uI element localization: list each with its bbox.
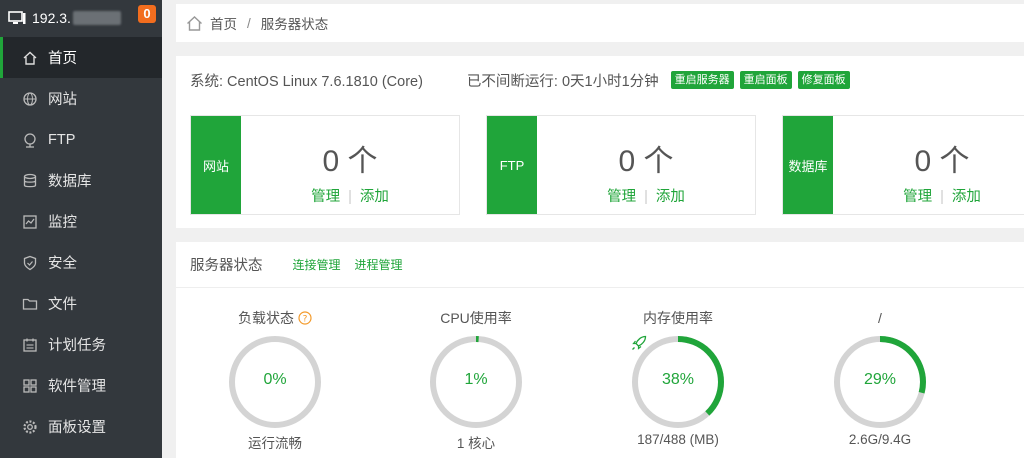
sidebar-item-label: 安全 — [48, 256, 77, 272]
sidebar-item-label: 监控 — [48, 215, 77, 231]
ip-redaction — [72, 11, 121, 25]
gauge-value: 38% — [661, 371, 695, 388]
card-tag: FTP — [487, 116, 537, 214]
gauge-value: 0% — [263, 371, 287, 388]
gauge-subtext: 1 核心 — [456, 436, 496, 451]
link-divider: | — [940, 189, 944, 205]
breadcrumb-separator: / — [247, 15, 251, 31]
gauge-subtext: 187/488 (MB) — [637, 432, 719, 447]
gear-icon — [23, 419, 37, 434]
sidebar-item-cron[interactable]: 计划任务 — [0, 324, 162, 365]
database-icon — [23, 173, 37, 187]
rocket-icon[interactable] — [630, 334, 648, 352]
sidebar-item-database[interactable]: 数据库 — [0, 160, 162, 201]
card-tag: 网站 — [191, 116, 241, 214]
overview-panel: 系统: CentOS Linux 7.6.1810 (Core) 已不间断运行:… — [176, 56, 1024, 228]
sidebar-item-settings[interactable]: 面板设置 — [0, 406, 162, 447]
breadcrumb-current: 服务器状态 — [260, 17, 329, 32]
ftp-manage-link[interactable]: 管理 — [607, 189, 636, 205]
system-info: 系统: CentOS Linux 7.6.1810 (Core) 已不间断运行:… — [190, 70, 850, 90]
sidebar: 192.3. 0 首页 网站 FTP 数据库 监控 安全 文件 计划任务 软件管… — [0, 0, 162, 458]
apps-icon — [23, 378, 37, 393]
ftp-add-link[interactable]: 添加 — [656, 189, 685, 205]
sidebar-nav: 首页 网站 FTP 数据库 监控 安全 文件 计划任务 软件管理 面板设置 — [0, 37, 162, 447]
restart-server-button[interactable]: 重启服务器 — [670, 71, 734, 89]
sidebar-item-label: 数据库 — [48, 174, 92, 190]
gauge-subtext: 运行流畅 — [248, 436, 302, 451]
calendar-icon — [23, 338, 37, 352]
process-manage-link[interactable]: 进程管理 — [355, 256, 403, 273]
shield-icon — [23, 255, 37, 270]
sidebar-item-monitor[interactable]: 监控 — [0, 201, 162, 242]
uptime-info: 已不间断运行: 0天1小时1分钟 — [466, 73, 659, 90]
server-header[interactable]: 192.3. 0 — [0, 0, 162, 36]
link-divider: | — [348, 189, 352, 205]
gauge-label: / — [878, 310, 882, 326]
sidebar-item-label: 文件 — [48, 297, 77, 313]
ftp-icon — [24, 132, 36, 148]
gauge-label: 内存使用率 — [643, 310, 713, 326]
sidebar-item-home[interactable]: 首页 — [0, 37, 162, 78]
card-tag: 数据库 — [783, 116, 833, 214]
sidebar-item-security[interactable]: 安全 — [0, 242, 162, 283]
sidebar-item-ftp[interactable]: FTP — [0, 119, 162, 160]
gauge-subtext: 2.6G/9.4G — [848, 432, 912, 447]
status-title: 服务器状态 — [190, 258, 263, 274]
server-status-panel: 服务器状态 连接管理 进程管理 负载状态 ? 0% 运行流畅 CPU使用率 1%… — [176, 242, 1024, 458]
help-icon[interactable]: ? — [298, 311, 312, 325]
sidebar-item-files[interactable]: 文件 — [0, 283, 162, 324]
link-divider: | — [644, 189, 648, 205]
gauge-label: 负载状态 — [238, 310, 294, 326]
website-manage-link[interactable]: 管理 — [311, 189, 340, 205]
ftp-count: 0 个 — [618, 145, 674, 178]
gauge-label: CPU使用率 — [440, 310, 512, 326]
connection-manage-link[interactable]: 连接管理 — [293, 256, 341, 273]
breadcrumb: 首页 / 服务器状态 — [176, 4, 1024, 42]
computer-icon — [8, 11, 26, 24]
database-add-link[interactable]: 添加 — [952, 189, 981, 205]
sidebar-item-label: 面板设置 — [48, 420, 106, 436]
sidebar-item-website[interactable]: 网站 — [0, 78, 162, 119]
monitor-icon — [23, 214, 37, 229]
gauge-value: 1% — [464, 371, 488, 388]
memory-gauge[interactable]: 内存使用率 38% 187/488 (MB) — [623, 308, 733, 447]
sidebar-item-software[interactable]: 软件管理 — [0, 365, 162, 406]
sidebar-item-label: FTP — [48, 131, 76, 148]
website-add-link[interactable]: 添加 — [360, 189, 389, 205]
load-gauge[interactable]: 负载状态 ? 0% 运行流畅 — [220, 308, 330, 452]
main-content: 首页 / 服务器状态 系统: CentOS Linux 7.6.1810 (Co… — [162, 0, 1024, 458]
sidebar-item-label: 首页 — [48, 51, 77, 67]
repair-panel-button[interactable]: 修复面板 — [797, 71, 850, 89]
notification-badge[interactable]: 0 — [138, 5, 156, 23]
database-card: 数据库 0 个 管理 | 添加 — [782, 115, 1024, 215]
svg-text:?: ? — [303, 315, 308, 325]
server-ip: 192.3. — [32, 10, 71, 26]
home-icon[interactable] — [186, 15, 203, 32]
status-header: 服务器状态 连接管理 进程管理 — [176, 242, 1024, 288]
ftp-card: FTP 0 个 管理 | 添加 — [486, 115, 756, 215]
database-manage-link[interactable]: 管理 — [903, 189, 932, 205]
disk-gauge[interactable]: / 29% 2.6G/9.4G — [825, 308, 935, 447]
folder-icon — [22, 298, 38, 310]
website-card: 网站 0 个 管理 | 添加 — [190, 115, 460, 215]
website-count: 0 个 — [322, 145, 378, 178]
database-count: 0 个 — [914, 145, 970, 178]
sidebar-item-label: 软件管理 — [48, 379, 106, 395]
sidebar-item-label: 网站 — [48, 92, 77, 108]
home-icon — [23, 51, 37, 65]
globe-icon — [23, 91, 37, 106]
restart-panel-button[interactable]: 重启面板 — [739, 71, 792, 89]
os-info: 系统: CentOS Linux 7.6.1810 (Core) — [190, 73, 423, 90]
cpu-gauge[interactable]: CPU使用率 1% 1 核心 — [421, 308, 531, 452]
sidebar-item-label: 计划任务 — [48, 338, 106, 354]
breadcrumb-home[interactable]: 首页 — [210, 13, 237, 33]
gauge-value: 29% — [863, 371, 897, 388]
